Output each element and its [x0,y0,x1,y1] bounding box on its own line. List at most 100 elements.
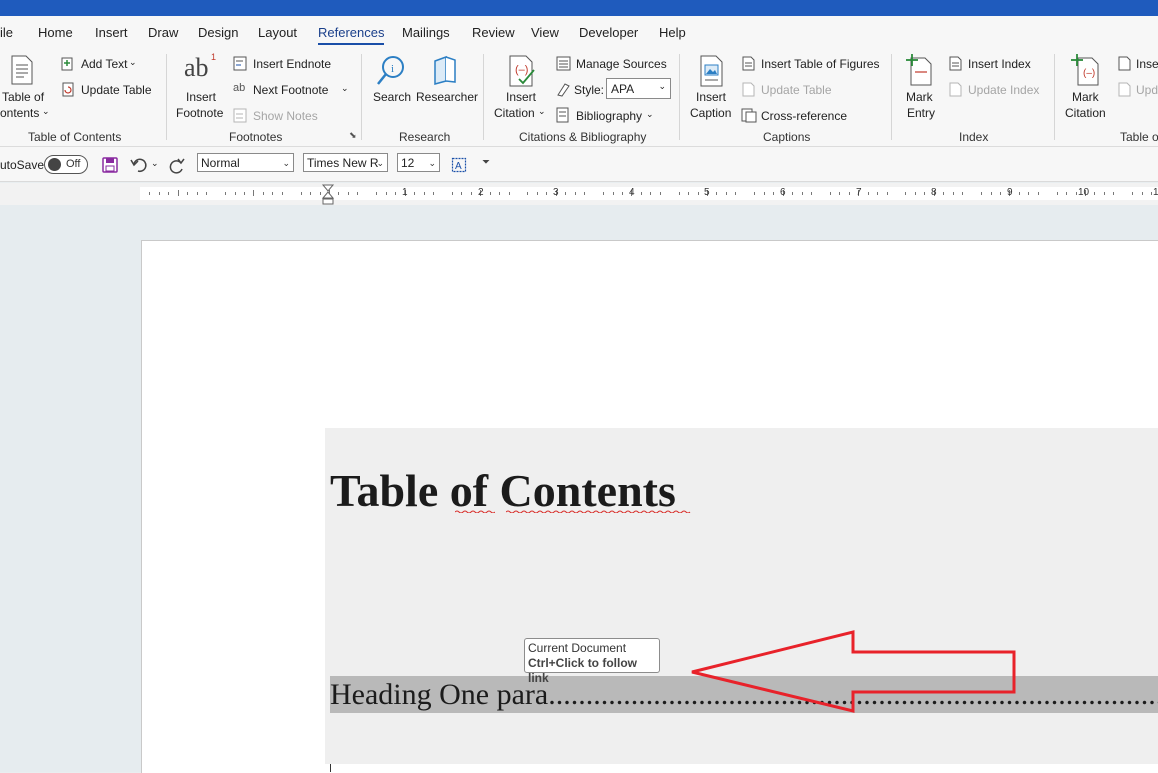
style-label: Style: [574,83,605,97]
tab-layout[interactable]: Layout [258,25,297,40]
show-notes-button[interactable]: Show Notes [253,109,318,123]
insert-table-of-authorities-button[interactable]: Inse [1136,57,1158,71]
ruler-tick [1132,191,1134,195]
ruler-number: 6 [780,187,786,198]
autosave-toggle[interactable]: Off [44,155,88,174]
update-table-of-figures-button[interactable]: Update Table [761,83,832,97]
tab-mailings[interactable]: Mailings [402,25,450,40]
text-box-icon[interactable]: A [451,157,467,173]
search-button[interactable]: Search [373,90,411,104]
ruler-active-area [140,187,1158,200]
manage-sources-button[interactable]: Manage Sources [576,57,667,71]
cross-reference-button[interactable]: Cross-reference [761,109,847,123]
insert-footnote-button-line2[interactable]: Footnote [176,106,223,120]
mark-entry-button-line2[interactable]: Entry [907,106,935,120]
ruler-tick [461,191,463,195]
group-separator [166,54,167,140]
ruler-tick [225,191,227,195]
ruler-tick [177,190,179,196]
ruler-tick [584,191,586,195]
ruler-tick [735,191,737,195]
insert-endnote-button[interactable]: Insert Endnote [253,57,331,71]
ruler-tick [1066,191,1068,195]
tab-help[interactable]: Help [659,25,686,40]
text-cursor [330,764,331,772]
insert-table-of-figures-button[interactable]: Insert Table of Figures [761,57,880,71]
ruler-tick [385,191,387,195]
search-icon[interactable]: i [376,55,406,87]
chevron-down-icon: ⌄ [129,57,137,67]
tab-home[interactable]: Home [38,25,73,40]
citation-style-select[interactable]: APA ⌄ [606,78,671,99]
insert-citation-icon[interactable]: (–) [507,55,537,87]
table-of-contents-button-line2[interactable]: ontents [0,106,39,120]
researcher-button[interactable]: Researcher [416,90,478,104]
researcher-icon[interactable] [432,55,458,85]
font-size-select[interactable]: 12 ⌄ [397,153,440,172]
style-select[interactable]: Normal ⌄ [197,153,294,172]
mark-entry-icon[interactable] [905,54,933,86]
insert-caption-button-line2[interactable]: Caption [690,106,731,120]
tab-file[interactable]: ile [0,25,13,40]
tab-references[interactable]: References [318,25,384,40]
ruler-tick [187,191,189,195]
insert-citation-button-line2[interactable]: Citation [494,106,535,120]
add-text-button[interactable]: Add Text [81,57,127,71]
ruler-tick [999,191,1001,195]
ruler-tick [527,191,529,195]
table-of-contents-button-line1[interactable]: Table of [2,90,44,104]
ruler-tick [1028,191,1030,195]
redo-icon[interactable] [168,157,186,174]
tab-design[interactable]: Design [198,25,238,40]
update-table-button[interactable]: Update Table [81,83,152,97]
insert-caption-icon[interactable] [699,55,725,87]
next-footnote-button[interactable]: Next Footnote [253,83,328,97]
tab-developer[interactable]: Developer [579,25,638,40]
font-select[interactable]: Times New R ⌄ [303,153,388,172]
mark-citation-button-line1[interactable]: Mark [1072,90,1099,104]
indent-marker-icon[interactable] [321,184,335,206]
insert-citation-button-line1[interactable]: Insert [506,90,536,104]
chevron-down-icon[interactable]: ⌄ [341,83,349,94]
undo-dropdown-icon[interactable]: ⌄ [151,158,159,169]
insert-footnote-button-line1[interactable]: Insert [186,90,216,104]
insert-caption-button-line1[interactable]: Insert [696,90,726,104]
ruler-tick [725,191,727,195]
insert-footnote-icon[interactable]: ab [184,53,209,83]
ruler-tick [810,191,812,195]
save-icon[interactable] [102,157,118,173]
ruler-tick [338,191,340,195]
update-index-button[interactable]: Update Index [968,83,1039,97]
ruler-tick [574,191,576,195]
table-of-contents-icon[interactable] [10,55,34,85]
mark-entry-button-line1[interactable]: Mark [906,90,933,104]
bibliography-button[interactable]: Bibliography [576,109,642,123]
ruler-tick [546,191,548,195]
ruler-tick [1094,191,1096,195]
tab-draw[interactable]: Draw [148,25,178,40]
ruler-tick [688,191,690,195]
tab-review[interactable]: Review [472,25,515,40]
chevron-down-icon: ⌄ [282,158,290,168]
ruler-number: 1 [402,187,408,198]
customize-toolbar-icon[interactable]: ⏷ [482,157,490,168]
update-table-of-figures-icon [742,82,755,97]
insert-index-button[interactable]: Insert Index [968,57,1031,71]
ruler-tick [347,191,349,195]
cross-reference-icon [741,108,757,123]
ruler-tick [1141,191,1143,195]
ruler-tick [981,191,983,195]
mark-citation-button-line2[interactable]: Citation [1065,106,1106,120]
ruler-tick [310,191,312,195]
mark-citation-icon[interactable]: (–) [1070,54,1100,86]
undo-icon[interactable] [130,157,148,173]
tab-view[interactable]: View [531,25,559,40]
tab-insert[interactable]: Insert [95,25,128,40]
ruler-tick [1037,191,1039,195]
ruler-tick [357,191,359,195]
update-table-of-authorities-button[interactable]: Upd [1136,83,1158,97]
ruler-tick [697,191,699,195]
ruler-tick [952,191,954,195]
font-size-value: 12 [401,156,415,170]
dialog-launcher-icon[interactable]: ⬊ [349,130,357,141]
